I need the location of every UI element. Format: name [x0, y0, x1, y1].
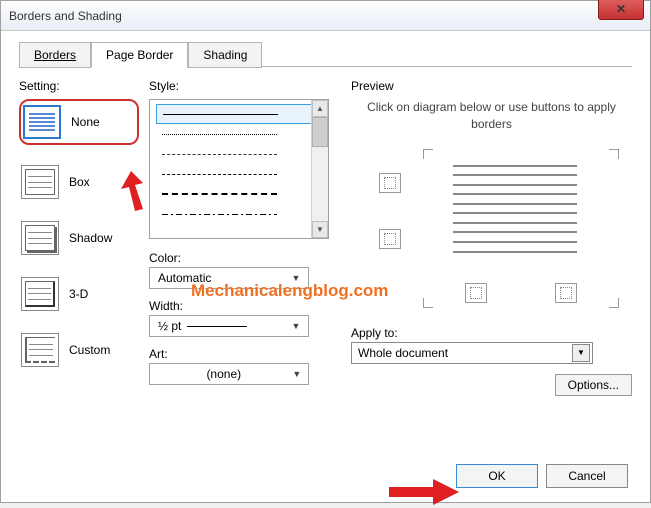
ok-button[interactable]: OK [456, 464, 538, 488]
close-icon: ✕ [616, 2, 626, 16]
style-option-dash-large[interactable] [156, 184, 322, 204]
applyto-section: Apply to: Whole document ▼ Options... [351, 326, 632, 364]
preview-hint: Click on diagram below or use buttons to… [351, 99, 632, 133]
style-column: Style: ▲ ▼ [149, 79, 329, 396]
chevron-down-icon: ▼ [572, 344, 590, 362]
close-button[interactable]: ✕ [598, 0, 644, 20]
scroll-down-icon[interactable]: ▼ [312, 221, 328, 238]
setting-custom-label: Custom [69, 343, 110, 357]
setting-shadow-label: Shadow [69, 231, 112, 245]
style-option-dotted[interactable] [156, 124, 322, 144]
border-left-button[interactable] [465, 283, 487, 303]
width-dropdown[interactable]: ½ pt ▼ [149, 315, 309, 337]
corner-marker [423, 149, 433, 159]
applyto-label: Apply to: [351, 326, 398, 340]
custom-icon [21, 333, 59, 367]
art-dropdown[interactable]: (none) ▼ [149, 363, 309, 385]
preview-label: Preview [351, 79, 632, 93]
preview-page-icon [445, 159, 585, 259]
preview-column: Preview Click on diagram below or use bu… [339, 79, 632, 396]
main-panel: Setting: None Box [19, 79, 632, 396]
corner-marker [609, 298, 619, 308]
applyto-value: Whole document [358, 346, 448, 360]
shadow-icon [21, 221, 59, 255]
style-scrollbar[interactable]: ▲ ▼ [311, 100, 328, 238]
tab-strip: Borders Page Border Shading [19, 41, 632, 67]
border-bottom-button[interactable] [379, 229, 401, 249]
style-option-dash-small[interactable] [156, 144, 322, 164]
style-option-dashdot[interactable] [156, 204, 322, 224]
setting-3d[interactable]: 3-D [19, 275, 139, 313]
content-area: Borders Page Border Shading Setting: Non… [1, 31, 650, 502]
setting-box-label: Box [69, 175, 90, 189]
style-option-solid[interactable] [156, 104, 322, 124]
width-label: Width: [149, 299, 183, 313]
box-icon [21, 165, 59, 199]
style-label: Style: [149, 79, 329, 93]
preview-diagram[interactable] [367, 151, 617, 306]
setting-custom[interactable]: Custom [19, 331, 139, 369]
tab-page-border[interactable]: Page Border [91, 42, 188, 68]
dialog-buttons: OK Cancel [456, 464, 628, 488]
chevron-down-icon: ▼ [288, 273, 304, 283]
color-dropdown[interactable]: Automatic ▼ [149, 267, 309, 289]
art-label: Art: [149, 347, 168, 361]
border-right-button[interactable] [555, 283, 577, 303]
art-value: (none) [158, 367, 290, 381]
setting-3d-label: 3-D [69, 287, 88, 301]
chevron-down-icon: ▼ [288, 321, 304, 331]
setting-none[interactable]: None [19, 99, 139, 145]
corner-marker [423, 298, 433, 308]
scroll-thumb[interactable] [312, 117, 328, 147]
style-listbox[interactable]: ▲ ▼ [149, 99, 329, 239]
tab-borders[interactable]: Borders [19, 42, 91, 68]
cancel-button[interactable]: Cancel [546, 464, 628, 488]
setting-box[interactable]: Box [19, 163, 139, 201]
setting-label: Setting: [19, 79, 139, 93]
annotation-arrow-icon [389, 479, 459, 508]
color-label: Color: [149, 251, 181, 265]
scroll-up-icon[interactable]: ▲ [312, 100, 328, 117]
titlebar: Borders and Shading ✕ [1, 1, 650, 31]
corner-marker [609, 149, 619, 159]
border-top-button[interactable] [379, 173, 401, 193]
none-icon [23, 105, 61, 139]
options-button[interactable]: Options... [555, 374, 632, 396]
window-title: Borders and Shading [9, 9, 122, 23]
chevron-down-icon: ▼ [290, 369, 304, 379]
dialog-window: Borders and Shading ✕ Borders Page Borde… [0, 0, 651, 503]
threed-icon [21, 277, 59, 311]
applyto-dropdown[interactable]: Whole document ▼ [351, 342, 593, 364]
setting-none-label: None [71, 115, 100, 129]
setting-column: Setting: None Box [19, 79, 139, 396]
tab-shading[interactable]: Shading [188, 42, 262, 68]
setting-shadow[interactable]: Shadow [19, 219, 139, 257]
style-option-dash-med[interactable] [156, 164, 322, 184]
color-value: Automatic [158, 271, 211, 285]
width-value: ½ pt [158, 319, 181, 333]
